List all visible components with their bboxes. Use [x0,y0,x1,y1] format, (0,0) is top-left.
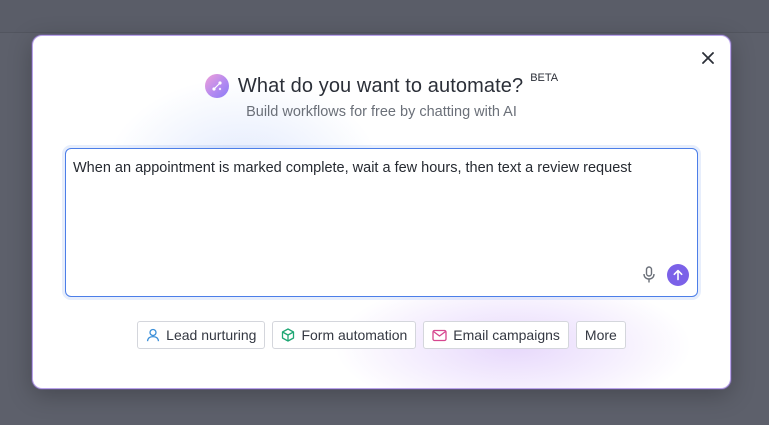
title-row: What do you want to automate? BETA [204,72,559,98]
close-button[interactable] [698,48,718,68]
chip-more[interactable]: More [575,321,626,349]
dialog-header: What do you want to automate? BETA Build… [33,72,730,120]
page-header-backdrop [0,0,769,33]
chip-form-automation[interactable]: Form automation [272,321,417,349]
microphone-icon [643,266,655,283]
dialog-title: What do you want to automate? [237,74,524,97]
close-icon [702,52,714,64]
envelope-icon [432,329,447,341]
chip-email-campaigns[interactable]: Email campaigns [423,321,569,349]
chip-label: Email campaigns [453,327,560,343]
prompt-input[interactable]: When an appointment is marked complete, … [65,148,698,297]
chip-lead-nurturing[interactable]: Lead nurturing [137,321,266,349]
arrow-up-icon [673,269,683,281]
microphone-button[interactable] [641,266,657,284]
send-button[interactable] [667,264,689,286]
suggestion-chips: Lead nurturing Form automation Email cam… [33,321,730,349]
cube-icon [282,328,295,342]
chip-label: More [584,327,617,343]
beta-badge: BETA [530,72,559,84]
dialog-subtitle: Build workflows for free by chatting wit… [246,104,517,120]
prompt-input-text[interactable]: When an appointment is marked complete, … [73,158,687,178]
user-icon [147,328,160,342]
ai-sparkle-icon [204,74,229,98]
automation-dialog: What do you want to automate? BETA Build… [32,35,731,389]
chip-label: Lead nurturing [166,327,257,343]
chip-label: Form automation [301,327,408,343]
